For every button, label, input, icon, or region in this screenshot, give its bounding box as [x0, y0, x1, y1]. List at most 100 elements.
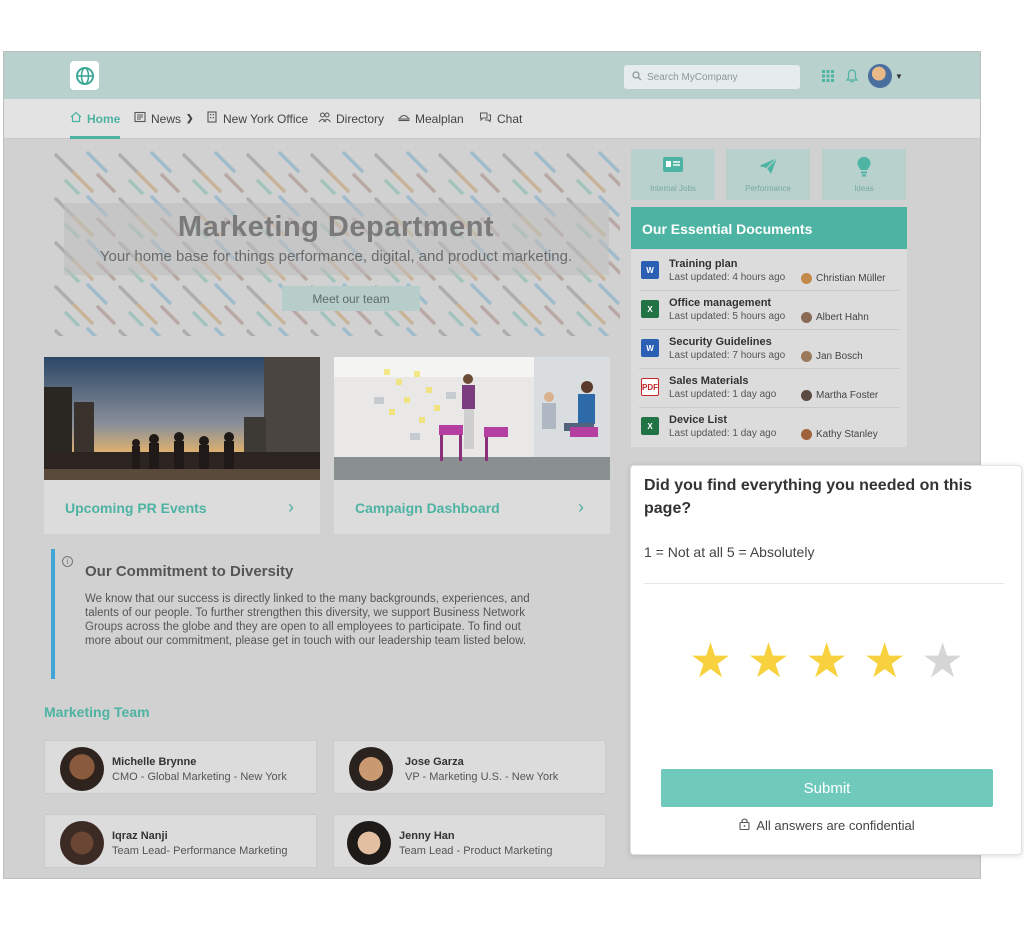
hero-title: Marketing Department	[177, 211, 495, 243]
feedback-survey: Did you find everything you needed on th…	[630, 465, 1022, 855]
search-input[interactable]: Search MyCompany	[624, 65, 800, 89]
people-icon	[318, 111, 331, 126]
avatar	[801, 351, 812, 362]
team-member-card[interactable]: Jenny Han Team Lead - Product Marketing	[333, 814, 606, 868]
apps-grid-icon[interactable]	[818, 66, 838, 86]
document-updated: Last updated: 1 day ago	[669, 389, 777, 400]
document-name: Training plan	[669, 258, 738, 270]
chat-icon	[479, 111, 492, 126]
document-row[interactable]: X Office management Last updated: 5 hour…	[639, 291, 899, 330]
member-name: Iqraz Nanji	[112, 830, 168, 842]
search-placeholder: Search MyCompany	[647, 71, 738, 83]
card-campaign-dashboard[interactable]: Campaign Dashboard ›	[334, 357, 610, 534]
avatar	[801, 312, 812, 323]
diversity-title: Our Commitment to Diversity	[85, 563, 294, 580]
document-author: Albert Hahn	[801, 312, 869, 323]
divider	[644, 583, 1004, 584]
star-icon[interactable]: ★	[689, 638, 732, 686]
member-role: Team Lead- Performance Marketing	[112, 845, 288, 857]
home-icon	[70, 111, 82, 126]
card-pr-events[interactable]: Upcoming PR Events ›	[44, 357, 320, 534]
document-updated: Last updated: 4 hours ago	[669, 272, 786, 283]
pdf-file-icon: PDF	[641, 378, 659, 396]
quicklink-label: Internal Jobs	[650, 184, 696, 193]
document-row[interactable]: X Device List Last updated: 1 day ago Ka…	[639, 408, 899, 447]
nav-chat[interactable]: Chat	[479, 111, 522, 126]
word-file-icon: W	[641, 261, 659, 279]
document-name: Office management	[669, 297, 772, 309]
member-role: VP - Marketing U.S. - New York	[405, 771, 559, 783]
search-icon	[632, 70, 642, 84]
document-author: Christian Müller	[801, 273, 885, 284]
lock-icon	[739, 817, 750, 833]
paper-plane-icon	[726, 157, 810, 175]
avatar	[60, 821, 104, 865]
avatar	[801, 390, 812, 401]
member-name: Jose Garza	[405, 756, 464, 768]
confidential-note: All answers are confidential	[631, 817, 1023, 833]
hero-banner: Marketing Department Your home base for …	[52, 151, 620, 336]
nav-directory[interactable]: Directory	[318, 111, 384, 126]
nav-mealplan[interactable]: Mealplan	[397, 111, 464, 126]
avatar	[801, 429, 812, 440]
id-card-icon	[631, 157, 715, 172]
avatar	[347, 821, 391, 865]
star-icon[interactable]: ★	[805, 638, 848, 686]
excel-file-icon: X	[641, 417, 659, 435]
meet-team-button[interactable]: Meet our team	[282, 286, 420, 311]
building-icon	[206, 111, 218, 126]
globe-icon[interactable]	[70, 61, 99, 90]
document-author: Jan Bosch	[801, 351, 863, 362]
meal-icon	[397, 111, 411, 126]
member-name: Michelle Brynne	[112, 756, 197, 768]
survey-question: Did you find everything you needed on th…	[644, 477, 973, 517]
survey-scale: 1 = Not at all 5 = Absolutely	[644, 544, 815, 560]
newspaper-icon	[134, 111, 146, 126]
avatar	[801, 273, 812, 284]
document-updated: Last updated: 5 hours ago	[669, 311, 786, 322]
star-icon[interactable]: ★	[863, 638, 906, 686]
hero-subtitle: Your home base for things performance, d…	[99, 248, 573, 265]
bell-icon[interactable]	[842, 66, 862, 86]
chevron-right-icon: ›	[578, 497, 584, 517]
team-member-card[interactable]: Iqraz Nanji Team Lead- Performance Marke…	[44, 814, 317, 868]
team-member-card[interactable]: Jose Garza VP - Marketing U.S. - New Yor…	[333, 740, 606, 794]
documents-panel: Our Essential Documents W Training plan …	[631, 207, 907, 447]
document-updated: Last updated: 1 day ago	[669, 428, 777, 439]
quicklink-ideas[interactable]: Ideas	[822, 149, 906, 200]
star-icon[interactable]: ★	[747, 638, 790, 686]
word-file-icon: W	[641, 339, 659, 357]
avatar	[60, 747, 104, 791]
document-name: Device List	[669, 414, 728, 426]
member-role: Team Lead - Product Marketing	[399, 845, 553, 857]
document-name: Security Guidelines	[669, 336, 772, 348]
documents-title: Our Essential Documents	[631, 207, 907, 249]
document-row[interactable]: W Training plan Last updated: 4 hours ag…	[639, 252, 899, 291]
document-name: Sales Materials	[669, 375, 749, 387]
member-name: Jenny Han	[399, 830, 455, 842]
nav-home[interactable]: Home	[70, 111, 120, 126]
submit-button[interactable]: Submit	[661, 769, 993, 807]
excel-file-icon: X	[641, 300, 659, 318]
nav-new-york-office[interactable]: New York Office	[206, 111, 308, 126]
team-member-card[interactable]: Michelle Brynne CMO - Global Marketing -…	[44, 740, 317, 794]
avatar	[349, 747, 393, 791]
top-bar: Search MyCompany ▼	[4, 52, 980, 99]
caret-down-icon[interactable]: ▼	[895, 72, 903, 81]
diversity-notice: i Our Commitment to Diversity We know th…	[51, 549, 531, 679]
diversity-text: We know that our success is directly lin…	[85, 593, 530, 647]
document-row[interactable]: W Security Guidelines Last updated: 7 ho…	[639, 330, 899, 369]
star-rating: ★ ★ ★ ★ ★	[689, 638, 964, 686]
nav-active-indicator	[70, 136, 120, 139]
avatar[interactable]	[868, 64, 892, 88]
office-meeting-photo	[334, 357, 610, 480]
document-row[interactable]: PDF Sales Materials Last updated: 1 day …	[639, 369, 899, 408]
chevron-down-icon: ❯	[186, 113, 194, 123]
info-icon: i	[62, 556, 73, 567]
nav-news[interactable]: News ❯	[134, 111, 194, 126]
quicklink-internal-jobs[interactable]: Internal Jobs	[631, 149, 715, 200]
quicklink-performance[interactable]: Performance	[726, 149, 810, 200]
quicklink-label: Performance	[745, 184, 791, 193]
document-author: Martha Foster	[801, 390, 878, 401]
star-icon[interactable]: ★	[921, 638, 964, 686]
